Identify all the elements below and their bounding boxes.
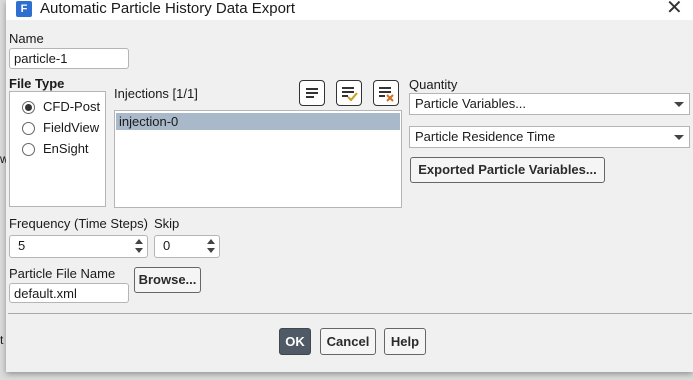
list-all-button[interactable] — [299, 80, 325, 106]
quantity-variable-value: Particle Residence Time — [415, 129, 556, 144]
footer-divider — [8, 313, 692, 314]
radio-cfd-post-label[interactable]: CFD-Post — [43, 99, 100, 114]
skip-stepper[interactable]: 0 — [154, 235, 220, 258]
background-fragment-t: t — [0, 333, 4, 347]
window-title: Automatic Particle History Data Export — [40, 0, 296, 17]
ok-button[interactable]: OK — [279, 328, 311, 355]
select-all-icon — [342, 87, 358, 102]
background-strip-bottom — [0, 372, 693, 380]
quantity-variable-dropdown[interactable]: Particle Residence Time — [409, 126, 690, 148]
spin-up-icon[interactable] — [135, 239, 143, 244]
chevron-down-icon — [674, 135, 684, 140]
radio-fieldview[interactable] — [22, 122, 35, 135]
title-bar: F Automatic Particle History Data Export… — [6, 0, 693, 20]
exported-particle-variables-button[interactable]: Exported Particle Variables... — [410, 157, 605, 183]
help-button[interactable]: Help — [384, 328, 426, 355]
name-field[interactable]: particle-1 — [9, 48, 129, 69]
frequency-stepper[interactable]: 5 — [9, 235, 148, 258]
deselect-all-button[interactable] — [373, 80, 399, 106]
skip-label: Skip — [154, 216, 180, 231]
close-icon[interactable]: ✕ — [666, 0, 683, 18]
spin-down-icon[interactable] — [135, 248, 143, 253]
skip-value: 0 — [163, 238, 171, 253]
spin-up-icon[interactable] — [207, 239, 215, 244]
chevron-down-icon — [674, 102, 684, 107]
quantity-type-dropdown[interactable]: Particle Variables... — [409, 93, 690, 115]
fluent-app-icon: F — [16, 1, 32, 17]
name-label: Name — [9, 31, 44, 46]
injections-label: Injections [1/1] — [114, 86, 198, 101]
injections-list[interactable]: injection-0 — [114, 110, 402, 208]
spin-down-icon[interactable] — [207, 248, 215, 253]
export-dialog: F Automatic Particle History Data Export… — [6, 0, 693, 372]
quantity-type-value: Particle Variables... — [415, 96, 527, 111]
particle-file-name-field[interactable]: default.xml — [9, 283, 129, 303]
list-all-icon — [306, 88, 318, 98]
particle-file-name-label: Particle File Name — [9, 266, 116, 281]
quantity-label: Quantity — [409, 77, 458, 92]
browse-button[interactable]: Browse... — [134, 267, 201, 293]
frequency-label: Frequency (Time Steps) — [9, 216, 148, 231]
radio-ensight[interactable] — [22, 143, 35, 156]
deselect-all-icon — [379, 87, 394, 102]
injection-item[interactable]: injection-0 — [116, 113, 400, 130]
cancel-button[interactable]: Cancel — [320, 328, 376, 355]
radio-cfd-post[interactable] — [22, 101, 35, 114]
file-type-group: CFD-Post FieldView EnSight — [9, 91, 106, 207]
file-type-label: File Type — [9, 76, 65, 91]
radio-fieldview-label[interactable]: FieldView — [43, 120, 99, 135]
radio-ensight-label[interactable]: EnSight — [43, 141, 89, 156]
frequency-value: 5 — [18, 238, 26, 253]
select-all-button[interactable] — [336, 80, 362, 106]
